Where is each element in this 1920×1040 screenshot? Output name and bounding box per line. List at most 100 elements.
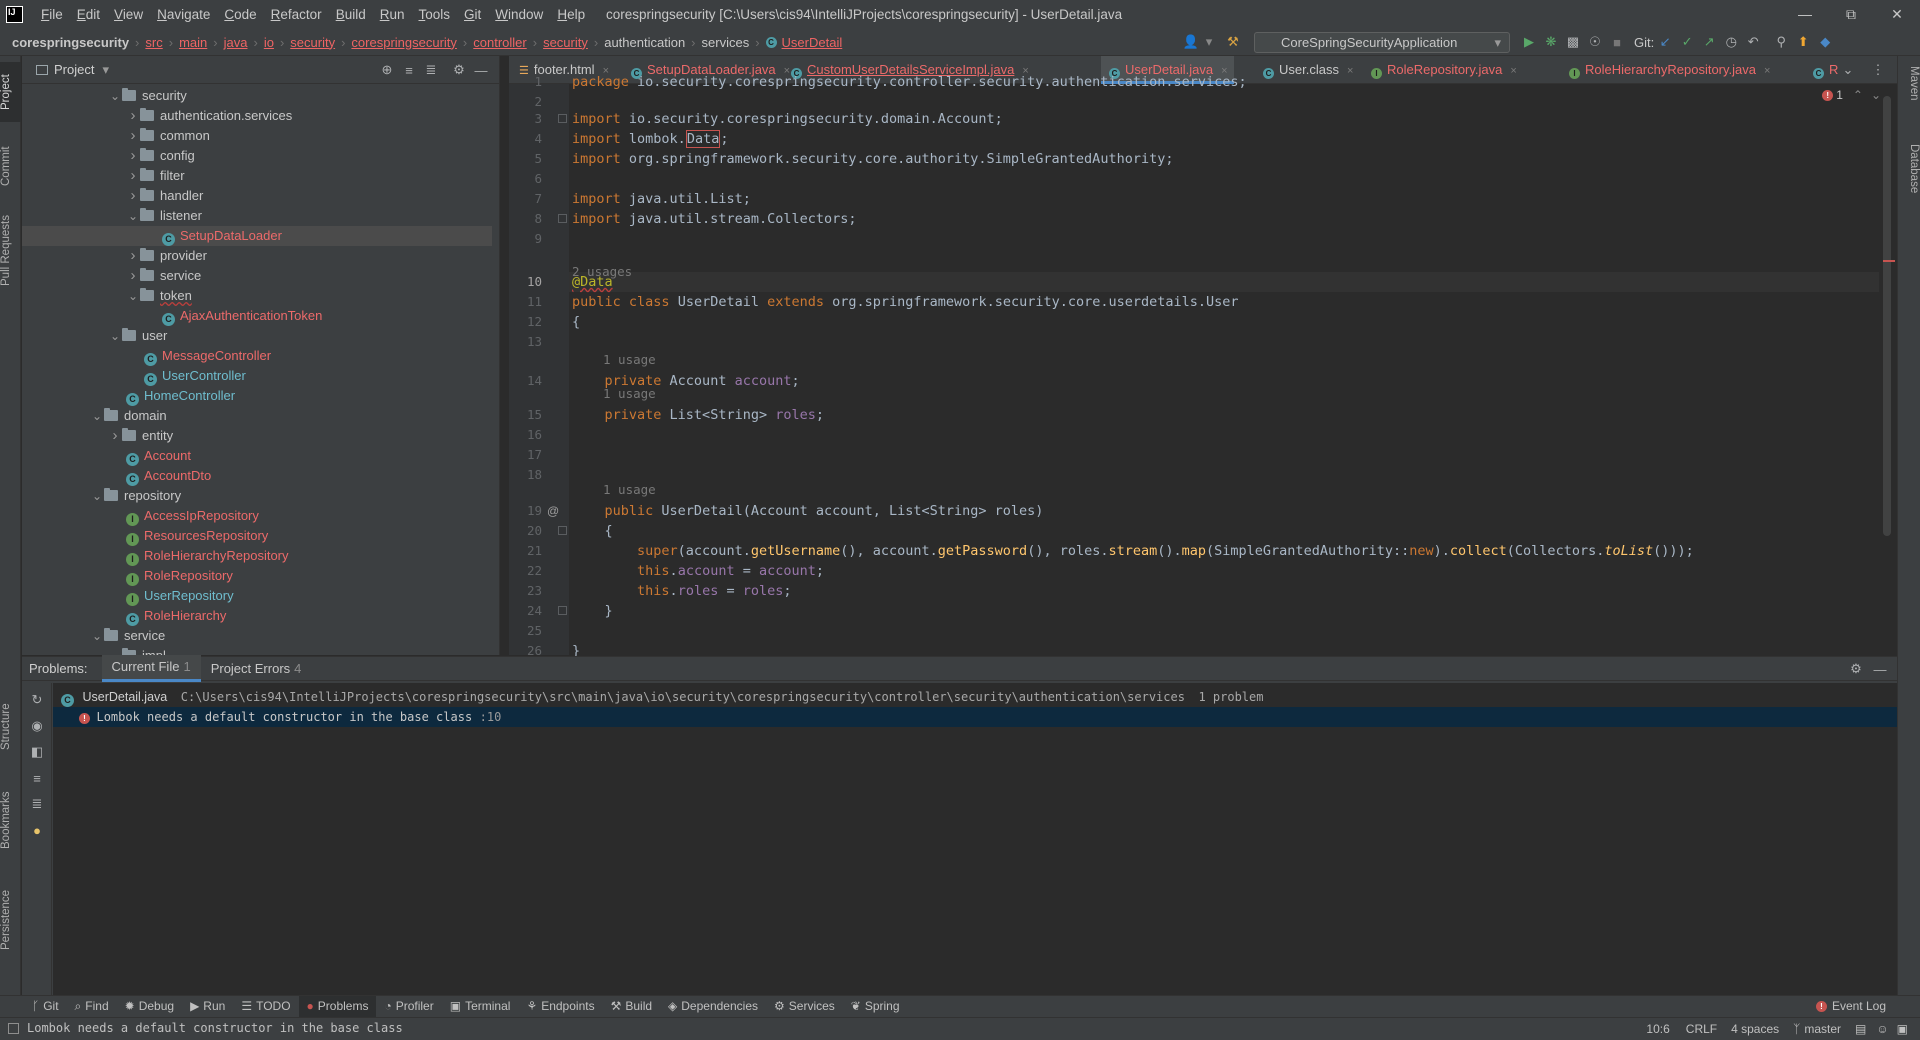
breadcrumb-item[interactable]: security: [543, 35, 588, 50]
run-configuration-select[interactable]: CoreSpringSecurityApplication ▾: [1254, 32, 1510, 53]
tool-window-problems[interactable]: ● Problems: [298, 996, 377, 1017]
tab-rolerepository-java[interactable]: I RoleRepository.java ×: [1363, 56, 1523, 84]
fold-marker-icon[interactable]: [558, 606, 567, 615]
locate-icon[interactable]: ⊕: [376, 59, 398, 81]
breadcrumb-item[interactable]: UserDetail: [782, 35, 843, 50]
menu-code[interactable]: Code: [217, 0, 263, 29]
expand-all-icon[interactable]: ≡: [26, 767, 48, 789]
tool-window-debug[interactable]: ✹ Debug: [117, 996, 182, 1017]
tool-window-run[interactable]: ▶ Run: [182, 996, 233, 1017]
fold-marker-icon[interactable]: [558, 526, 567, 535]
collapse-all-icon[interactable]: ≣: [26, 793, 48, 815]
chevron-down-icon[interactable]: ▾: [1202, 31, 1216, 53]
memory-icon[interactable]: ☺: [1876, 1022, 1888, 1036]
tool-tab-pull-requests[interactable]: Pull Requests: [0, 196, 21, 306]
git-push-icon[interactable]: ↗: [1698, 31, 1720, 53]
breadcrumb-item[interactable]: io: [264, 35, 274, 50]
code-line[interactable]: import io.security.corespringsecurity.do…: [572, 109, 1003, 129]
tool-window-todo[interactable]: ☰ TODO: [233, 996, 298, 1017]
menu-git[interactable]: Git: [457, 0, 488, 29]
error-stripe-mark[interactable]: [1883, 260, 1895, 262]
code-line[interactable]: private List<String> roles;: [572, 405, 824, 425]
usage-hint[interactable]: 1 usage: [603, 386, 656, 402]
search-icon[interactable]: ⚲: [1770, 31, 1792, 53]
usage-hint[interactable]: 1 usage: [603, 482, 656, 498]
lock-icon[interactable]: ▤: [1855, 1022, 1866, 1036]
debug-icon[interactable]: ❋: [1540, 31, 1562, 53]
code-editor[interactable]: 1 2 3 4 5 6 7 8 9 10 11 12 13 14 15 16 17 18 19 20 21 22 23 24 2…: [509, 74, 1897, 659]
collapse-all-icon[interactable]: ≣: [420, 59, 442, 81]
hide-icon[interactable]: —: [1869, 658, 1891, 680]
tool-window-profiler[interactable]: ◔ Profiler: [376, 996, 441, 1017]
problems-tab-project-errors[interactable]: Project Errors 4: [201, 657, 312, 681]
breadcrumb-item[interactable]: corespringsecurity: [351, 35, 457, 50]
menu-file[interactable]: File: [34, 0, 70, 29]
menu-view[interactable]: View: [107, 0, 150, 29]
tree-item[interactable]: I ResourcesRepository: [22, 526, 492, 546]
fold-marker-icon[interactable]: [558, 114, 567, 123]
breadcrumb-item[interactable]: security: [290, 35, 335, 50]
menu-run[interactable]: Run: [373, 0, 412, 29]
tool-window-endpoints[interactable]: ⚘ Endpoints: [518, 996, 602, 1017]
code-area[interactable]: package io.security.corespringsecurity.c…: [509, 74, 1897, 659]
menu-navigate[interactable]: Navigate: [150, 0, 217, 29]
tree-item[interactable]: › authentication.services: [22, 106, 492, 126]
tool-window-dependencies[interactable]: ◈ Dependencies: [660, 996, 766, 1017]
tree-item[interactable]: › config: [22, 146, 492, 166]
history-icon[interactable]: ◷: [1720, 31, 1742, 53]
tab-rolehierarchyrepository-java[interactable]: I RoleHierarchyRepository.java ×: [1561, 56, 1776, 84]
tree-item[interactable]: ⌄ repository: [22, 486, 492, 506]
code-line[interactable]: import java.util.List;: [572, 189, 751, 209]
tool-window-spring[interactable]: ❦ Spring: [843, 996, 908, 1017]
rollback-icon[interactable]: ↶: [1742, 31, 1764, 53]
tree-item[interactable]: › service: [22, 266, 492, 286]
tree-item[interactable]: C RoleHierarchy: [22, 606, 492, 626]
chevron-right-icon[interactable]: ›: [126, 246, 140, 266]
user-icon[interactable]: 👤: [1180, 31, 1202, 53]
tool-tab-structure[interactable]: Structure: [0, 682, 21, 772]
lightbulb-icon[interactable]: ●: [26, 819, 48, 841]
refresh-icon[interactable]: ↻: [26, 689, 48, 711]
chevron-down-icon[interactable]: ⌄: [90, 626, 104, 646]
profile-icon[interactable]: ☉: [1584, 31, 1606, 53]
code-line[interactable]: import java.util.stream.Collectors;: [572, 209, 856, 229]
tree-item[interactable]: › common: [22, 126, 492, 146]
menu-build[interactable]: Build: [329, 0, 373, 29]
chevron-right-icon[interactable]: ›: [126, 266, 140, 286]
menu-refactor[interactable]: Refactor: [264, 0, 329, 29]
tree-item[interactable]: › provider: [22, 246, 492, 266]
error-indicator[interactable]: ! 1 ⌃ ⌄: [1822, 88, 1881, 102]
tree-item[interactable]: C HomeController: [22, 386, 492, 406]
menu-tools[interactable]: Tools: [412, 0, 458, 29]
gear-icon[interactable]: ⚙: [448, 59, 470, 81]
menu-window[interactable]: Window: [488, 0, 550, 29]
chevron-down-icon[interactable]: ⌄: [108, 646, 122, 655]
tree-item[interactable]: › entity: [22, 426, 492, 446]
chevron-right-icon[interactable]: ›: [126, 166, 140, 186]
chevron-down-icon[interactable]: ⌄: [126, 206, 140, 226]
problems-tab-current-file[interactable]: Current File 1: [101, 655, 201, 682]
minimize-icon[interactable]: —: [1782, 0, 1828, 29]
update-icon[interactable]: ⬆: [1792, 31, 1814, 53]
more-icon[interactable]: ⋮: [1867, 59, 1889, 81]
code-line[interactable]: this.account = account;: [572, 561, 824, 581]
breadcrumb-item[interactable]: controller: [473, 35, 526, 50]
git-update-icon[interactable]: ↙: [1654, 31, 1676, 53]
tool-tab-persistence[interactable]: Persistence: [0, 866, 21, 974]
tree-item[interactable]: C AccountDto: [22, 466, 492, 486]
tool-window-build[interactable]: ⚒ Build: [603, 996, 660, 1017]
vertical-scrollbar[interactable]: [1883, 96, 1891, 536]
chevron-down-icon[interactable]: ⌄: [90, 486, 104, 506]
line-separator[interactable]: CRLF: [1686, 1022, 1717, 1036]
plugin-icon[interactable]: ◆: [1814, 31, 1836, 53]
tool-window-terminal[interactable]: ▣ Terminal: [442, 996, 519, 1017]
tab-user-class[interactable]: C User.class ×: [1255, 56, 1359, 84]
git-branch[interactable]: master: [1804, 1022, 1841, 1036]
git-commit-icon[interactable]: ✓: [1676, 31, 1698, 53]
caret-position[interactable]: 10:6: [1646, 1022, 1669, 1036]
tool-tab-database[interactable]: Database: [1898, 140, 1920, 224]
usage-hint[interactable]: 2 usages: [572, 264, 632, 280]
chevron-down-icon[interactable]: ⌄: [126, 286, 140, 306]
tree-item[interactable]: C UserController: [22, 366, 492, 386]
tree-item[interactable]: ⌄ domain: [22, 406, 492, 426]
